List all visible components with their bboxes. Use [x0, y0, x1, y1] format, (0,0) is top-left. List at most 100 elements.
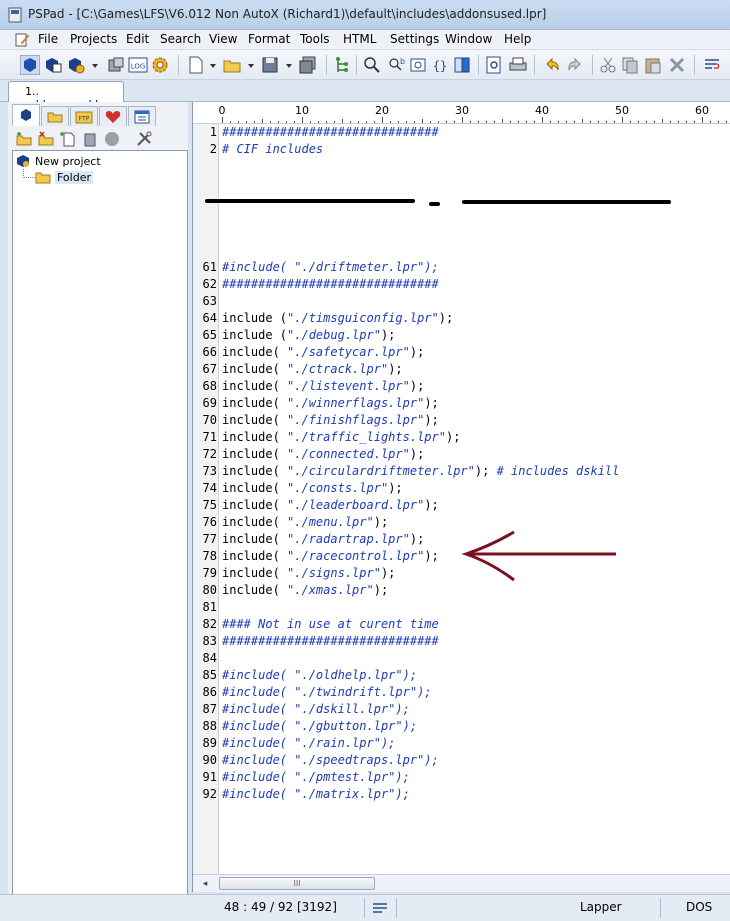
pspad-app-icon[interactable] — [8, 7, 22, 23]
dropdown-arrow-icon[interactable] — [210, 64, 216, 68]
new-file-icon[interactable] — [186, 55, 206, 75]
line-number: 66 — [202, 345, 217, 359]
tab-folder[interactable] — [41, 106, 69, 126]
code-text: #include( "./gbutton.lpr"); — [222, 719, 417, 733]
code-token: "./traffic_lights.lpr" — [287, 430, 446, 444]
ruler-label: 50 — [615, 104, 629, 117]
line-ending-format[interactable]: DOS — [686, 900, 712, 914]
ruler-tick — [686, 121, 687, 123]
ruler-label: 40 — [535, 104, 549, 117]
menu-html[interactable]: HTML — [343, 32, 376, 46]
tab-favorites[interactable] — [99, 106, 127, 126]
project-tree[interactable]: New project Folder — [12, 150, 188, 910]
code-token: ); — [409, 447, 425, 461]
paste-icon[interactable] — [643, 55, 663, 75]
ruler-tick — [246, 121, 247, 123]
menu-format[interactable]: Format — [248, 32, 290, 46]
code-text: include( "./traffic_lights.lpr"); — [222, 430, 460, 444]
tools-icon[interactable] — [136, 131, 152, 147]
menu-view[interactable]: View — [209, 32, 237, 46]
ruler-tick — [406, 121, 407, 123]
find-in-files-icon[interactable] — [408, 55, 428, 75]
cut-icon[interactable] — [598, 55, 618, 75]
code-token: "./leaderboard.lpr" — [287, 498, 425, 512]
log-icon[interactable]: LOG — [128, 55, 148, 75]
save-all-icon[interactable] — [298, 55, 318, 75]
project-node-icon — [17, 155, 29, 167]
ruler-label: 10 — [295, 104, 309, 117]
code-token: include ( — [222, 311, 288, 325]
menu-edit[interactable]: Edit — [126, 32, 149, 46]
project-icon — [21, 109, 31, 121]
code-editor[interactable]: 0 10 20 30 40 50 60 1 #########################… — [192, 102, 730, 892]
tab-project[interactable] — [12, 104, 40, 126]
add-file-icon[interactable] — [60, 131, 76, 147]
dropdown-arrow-icon[interactable] — [286, 64, 292, 68]
save-icon[interactable] — [260, 55, 280, 75]
delete-folder-icon[interactable] — [38, 131, 54, 147]
tab-ftp[interactable]: FTP — [70, 106, 98, 126]
replace-icon[interactable]: b — [386, 55, 406, 75]
ruler-tick — [270, 121, 271, 123]
line-number: 2 — [209, 142, 217, 156]
ruler-label: 60 — [695, 104, 709, 117]
ruler-tick — [638, 121, 639, 123]
open-file-icon[interactable] — [222, 55, 242, 75]
find-icon[interactable] — [362, 55, 382, 75]
menu-help[interactable]: Help — [504, 32, 531, 46]
ruler-tick — [286, 121, 287, 123]
code-token: include( — [222, 362, 288, 376]
settings-gear-icon[interactable] — [150, 55, 170, 75]
menu-window[interactable]: Window — [445, 32, 492, 46]
ruler-tick — [662, 119, 663, 123]
disabled-circle-icon[interactable] — [104, 131, 120, 147]
preview-icon[interactable] — [484, 55, 504, 75]
ruler-tick — [262, 119, 263, 123]
menu-projects[interactable]: Projects — [70, 32, 117, 46]
code-text: include( "./listevent.lpr"); — [222, 379, 424, 393]
dropdown-arrow-icon[interactable] — [248, 64, 254, 68]
add-folder-icon[interactable] — [16, 131, 32, 147]
project-options-icon[interactable] — [66, 55, 86, 75]
tree-item-new-project[interactable]: New project — [15, 153, 101, 169]
scroll-left-icon[interactable]: ◂ — [199, 878, 211, 890]
code-token: # CIF includes — [222, 142, 324, 156]
tab-clips[interactable] — [128, 106, 156, 126]
code-token: include( — [222, 345, 288, 359]
tree-icon[interactable] — [332, 55, 352, 75]
tree-item-folder[interactable]: Folder — [35, 169, 93, 185]
dropdown-arrow-icon[interactable] — [92, 64, 98, 68]
print-icon[interactable] — [508, 55, 528, 75]
code-text: #include( "./twindrift.lpr"); — [222, 685, 432, 699]
new-project-icon[interactable] — [20, 55, 40, 75]
document-edit-icon[interactable] — [14, 32, 30, 48]
syntax-mode[interactable]: Lapper — [580, 900, 622, 914]
copy-icon[interactable] — [620, 55, 640, 75]
open-project-icon[interactable] — [43, 55, 63, 75]
code-text: include( "./leaderboard.lpr"); — [222, 498, 439, 512]
menu-search[interactable]: Search — [160, 32, 201, 46]
save-project-icon[interactable] — [106, 55, 126, 75]
bookmark-icon[interactable] — [452, 55, 472, 75]
code-text: include( "./ctrack.lpr"); — [222, 362, 403, 376]
tab-addonsused[interactable]: 1.. addonsused.lpr — [8, 81, 124, 111]
line-number: 74 — [202, 481, 217, 495]
menu-settings[interactable]: Settings — [390, 32, 439, 46]
horizontal-scrollbar[interactable]: ◂ III — [193, 874, 730, 892]
code-text: #include( "./driftmeter.lpr"); — [222, 260, 439, 274]
code-text: #include( "./matrix.lpr"); — [222, 787, 410, 801]
remove-file-icon[interactable] — [82, 131, 98, 147]
redo-icon[interactable] — [565, 55, 585, 75]
menu-file[interactable]: File — [38, 32, 58, 46]
ruler-tick — [678, 121, 679, 123]
scroll-thumb[interactable]: III — [219, 877, 375, 890]
line-number: 82 — [202, 617, 217, 631]
delete-icon[interactable] — [667, 55, 687, 75]
menu-tools[interactable]: Tools — [300, 32, 330, 46]
braces-icon[interactable]: {} — [430, 55, 450, 75]
code-text: include( "./winnerflags.lpr"); — [222, 396, 439, 410]
wrap-icon[interactable] — [702, 55, 722, 75]
undo-icon[interactable] — [542, 55, 562, 75]
code-text: include( "./menu.lpr"); — [222, 515, 388, 529]
code-text: include( "./signs.lpr"); — [222, 566, 395, 580]
